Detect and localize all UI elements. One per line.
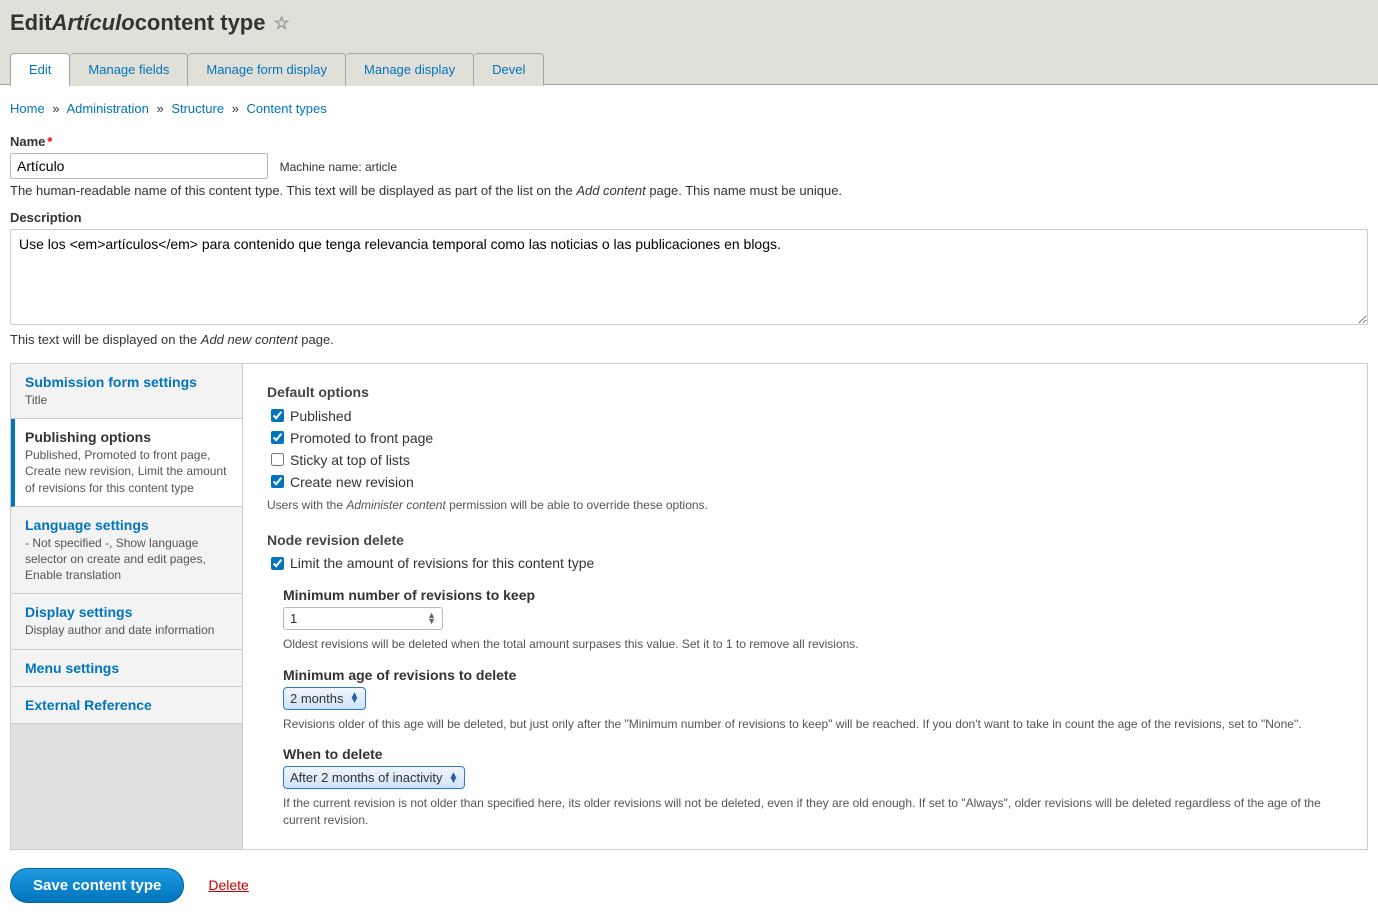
vt-title: Publishing options bbox=[25, 429, 228, 445]
tab-manage-display[interactable]: Manage display bbox=[346, 53, 474, 86]
when-help: If the current revision is not older tha… bbox=[283, 795, 1343, 829]
page-title-name: Artículo bbox=[52, 10, 135, 36]
breadcrumb-content-types[interactable]: Content types bbox=[247, 101, 327, 116]
vt-title: Display settings bbox=[25, 604, 228, 620]
tab-manage-fields[interactable]: Manage fields bbox=[70, 53, 188, 86]
default-options-help: Users with the Administer content permis… bbox=[267, 497, 1343, 514]
breadcrumb-structure[interactable]: Structure bbox=[171, 101, 224, 116]
vt-external-reference[interactable]: External Reference bbox=[11, 687, 242, 724]
tab-devel[interactable]: Devel bbox=[474, 53, 544, 86]
vt-summary: Display author and date information bbox=[25, 622, 228, 638]
name-label: Name* bbox=[10, 134, 1368, 149]
tab-edit[interactable]: Edit bbox=[10, 53, 70, 86]
vt-display-settings[interactable]: Display settings Display author and date… bbox=[11, 594, 242, 649]
when-label: When to delete bbox=[283, 746, 1343, 762]
tab-label: Manage form display bbox=[206, 62, 327, 77]
min-keep-label: Minimum number of revisions to keep bbox=[283, 587, 1343, 603]
chevron-updown-icon: ▲▼ bbox=[448, 773, 458, 783]
min-age-help: Revisions older of this age will be dele… bbox=[283, 716, 1343, 733]
tab-label: Devel bbox=[492, 62, 525, 77]
delete-link[interactable]: Delete bbox=[208, 877, 248, 893]
min-keep-help: Oldest revisions will be deleted when th… bbox=[283, 636, 1343, 653]
vt-title: External Reference bbox=[25, 697, 228, 713]
nrd-heading: Node revision delete bbox=[267, 532, 1343, 548]
chevron-updown-icon: ▲▼ bbox=[349, 693, 359, 703]
min-keep-input[interactable]: 1 ▲▼ bbox=[283, 607, 443, 630]
form-actions: Save content type Delete bbox=[10, 868, 1368, 903]
vt-panel-publishing: Default options Published Promoted to fr… bbox=[243, 364, 1367, 849]
breadcrumb-sep: » bbox=[156, 101, 163, 116]
checkbox-label: Create new revision bbox=[290, 474, 414, 490]
description-input[interactable]: Use los <em>artículos</em> para contenid… bbox=[10, 229, 1368, 325]
checkbox-sticky[interactable] bbox=[271, 453, 284, 466]
min-age-value: 2 months bbox=[290, 691, 343, 706]
vt-summary: Published, Promoted to front page, Creat… bbox=[25, 447, 228, 496]
breadcrumb-sep: » bbox=[52, 101, 59, 116]
min-keep-value: 1 bbox=[290, 611, 297, 626]
page-title-prefix: Edit bbox=[10, 10, 52, 36]
primary-tabs: Edit Manage fields Manage form display M… bbox=[10, 52, 1368, 85]
checkbox-published[interactable] bbox=[271, 409, 284, 422]
tab-label: Manage fields bbox=[88, 62, 169, 77]
name-help: The human-readable name of this content … bbox=[10, 183, 1368, 198]
required-marker: * bbox=[47, 134, 52, 149]
page-title-suffix: content type bbox=[135, 10, 266, 36]
when-value: After 2 months of inactivity bbox=[290, 770, 442, 785]
vertical-tabs: Submission form settings Title Publishin… bbox=[10, 363, 1368, 850]
vt-menu-settings[interactable]: Menu settings bbox=[11, 650, 242, 687]
min-age-label: Minimum age of revisions to delete bbox=[283, 667, 1343, 683]
default-options-heading: Default options bbox=[267, 384, 1343, 400]
stepper-icon[interactable]: ▲▼ bbox=[427, 612, 436, 624]
description-help: This text will be displayed on the Add n… bbox=[10, 332, 1368, 347]
description-label: Description bbox=[10, 210, 1368, 225]
checkbox-label: Sticky at top of lists bbox=[290, 452, 410, 468]
breadcrumb-home[interactable]: Home bbox=[10, 101, 45, 116]
machine-name: Machine name: article bbox=[280, 160, 397, 174]
checkbox-promoted[interactable] bbox=[271, 431, 284, 444]
name-input[interactable] bbox=[10, 153, 268, 179]
checkbox-limit[interactable] bbox=[271, 557, 284, 570]
vt-language-settings[interactable]: Language settings - Not specified -, Sho… bbox=[11, 507, 242, 595]
vt-title: Language settings bbox=[25, 517, 228, 533]
breadcrumb-administration[interactable]: Administration bbox=[66, 101, 148, 116]
checkbox-revision[interactable] bbox=[271, 475, 284, 488]
tab-label: Manage display bbox=[364, 62, 455, 77]
when-select[interactable]: After 2 months of inactivity ▲▼ bbox=[283, 766, 465, 789]
breadcrumb-sep: » bbox=[232, 101, 239, 116]
vt-summary: - Not specified -, Show language selecto… bbox=[25, 535, 228, 584]
vt-title: Menu settings bbox=[25, 660, 228, 676]
tab-label: Edit bbox=[29, 62, 51, 77]
min-age-select[interactable]: 2 months ▲▼ bbox=[283, 687, 366, 710]
checkbox-label: Published bbox=[290, 408, 352, 424]
vt-summary: Title bbox=[25, 392, 228, 408]
vt-title: Submission form settings bbox=[25, 374, 228, 390]
tab-manage-form-display[interactable]: Manage form display bbox=[188, 53, 346, 86]
save-button[interactable]: Save content type bbox=[10, 868, 184, 903]
vertical-tab-list: Submission form settings Title Publishin… bbox=[11, 364, 243, 849]
page-title: Edit Artículo content type ☆ bbox=[10, 10, 1368, 36]
vt-submission-form[interactable]: Submission form settings Title bbox=[11, 364, 242, 419]
checkbox-label: Promoted to front page bbox=[290, 430, 433, 446]
checkbox-label: Limit the amount of revisions for this c… bbox=[290, 555, 594, 571]
vt-publishing-options[interactable]: Publishing options Published, Promoted t… bbox=[11, 419, 242, 507]
breadcrumb: Home » Administration » Structure » Cont… bbox=[10, 101, 1368, 116]
star-icon[interactable]: ☆ bbox=[273, 13, 289, 34]
